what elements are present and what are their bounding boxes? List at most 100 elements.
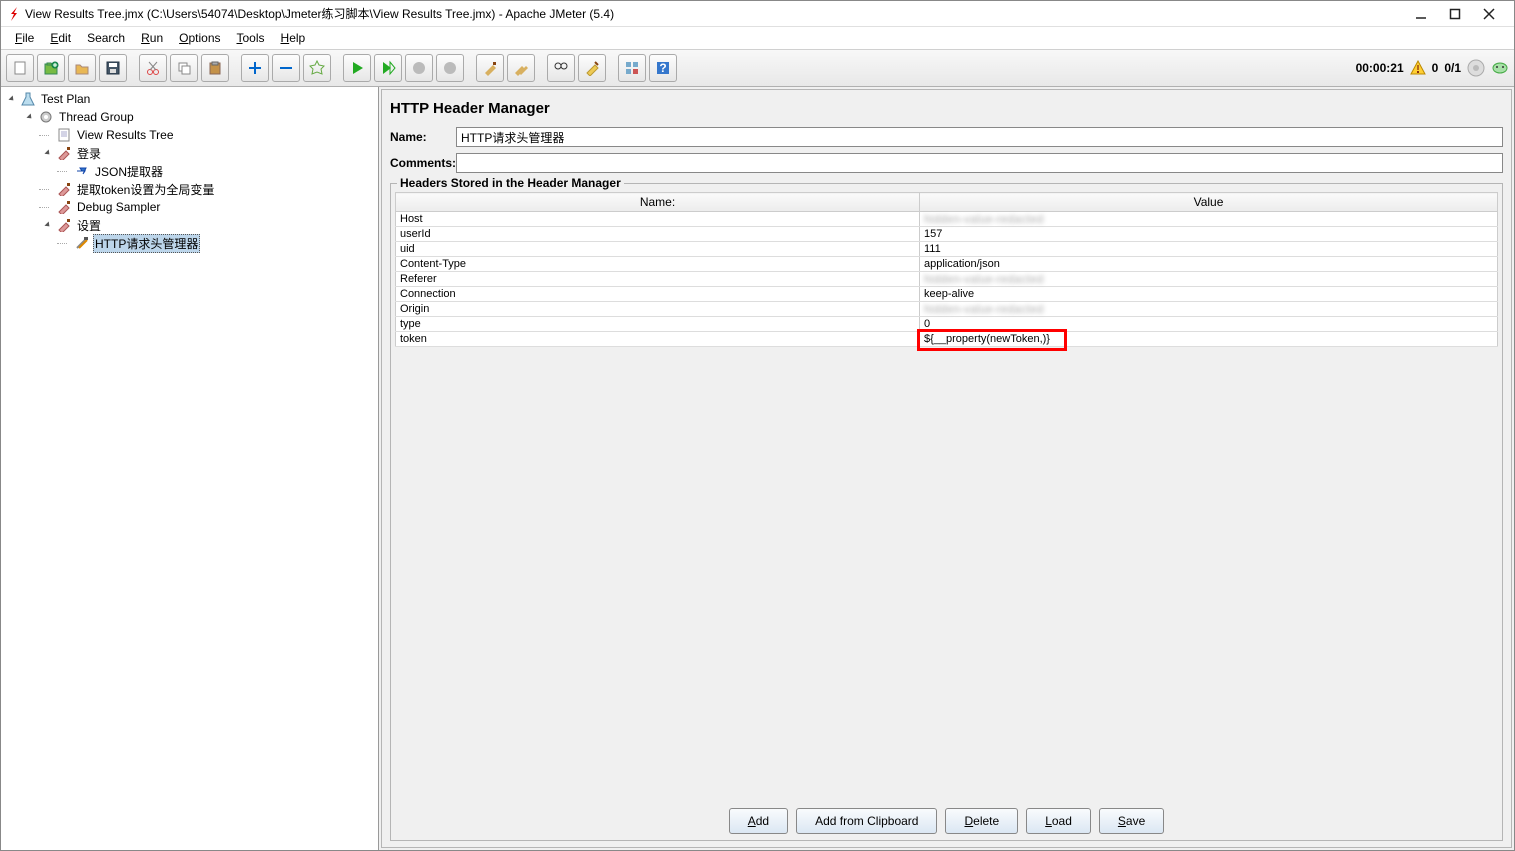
tree-node-http-header-manager[interactable]: HTTP请求头管理器 xyxy=(3,234,376,252)
title-bar: View Results Tree.jmx (C:\Users\54074\De… xyxy=(1,1,1514,27)
delete-button[interactable]: Delete xyxy=(945,808,1018,834)
headers-table[interactable]: Name: Value Hosthidden-value-redacteduse… xyxy=(395,192,1498,347)
table-row[interactable]: uid111 xyxy=(396,242,1498,257)
tree-node-login[interactable]: 登录 xyxy=(3,144,376,162)
header-value-cell[interactable]: hidden-value-redacted xyxy=(920,302,1498,317)
menu-bar: File Edit Search Run Options Tools Help xyxy=(1,27,1514,49)
active-threads: 0/1 xyxy=(1444,61,1461,75)
menu-options[interactable]: Options xyxy=(171,29,228,47)
warning-icon[interactable] xyxy=(1410,60,1426,76)
header-value-cell[interactable]: 0 xyxy=(920,317,1498,332)
table-row[interactable]: Connectionkeep-alive xyxy=(396,287,1498,302)
clear-button[interactable] xyxy=(476,54,504,82)
tree-node-view-results-tree[interactable]: View Results Tree xyxy=(3,126,376,144)
table-row[interactable]: token${__property(newToken,)} xyxy=(396,332,1498,347)
expand-button[interactable] xyxy=(241,54,269,82)
templates-button[interactable] xyxy=(37,54,65,82)
function-helper-button[interactable] xyxy=(618,54,646,82)
save-button[interactable] xyxy=(99,54,127,82)
table-row[interactable]: userId157 xyxy=(396,227,1498,242)
header-name-cell[interactable]: uid xyxy=(396,242,920,257)
minimize-button[interactable] xyxy=(1404,3,1438,25)
toolbar: ? 00:00:21 0 0/1 xyxy=(1,49,1514,87)
load-button[interactable]: Load xyxy=(1026,808,1091,834)
menu-edit[interactable]: Edit xyxy=(42,29,79,47)
gc-icon[interactable] xyxy=(1491,59,1509,77)
header-value-cell[interactable]: hidden-value-redacted xyxy=(920,272,1498,287)
sampler-icon xyxy=(56,145,72,161)
open-button[interactable] xyxy=(68,54,96,82)
page-icon xyxy=(56,127,72,143)
app-icon xyxy=(9,7,19,21)
tree-node-debug-sampler[interactable]: Debug Sampler xyxy=(3,198,376,216)
sampler-icon xyxy=(56,217,72,233)
header-name-cell[interactable]: type xyxy=(396,317,920,332)
fieldset-legend: Headers Stored in the Header Manager xyxy=(397,176,624,190)
add-button[interactable]: Add xyxy=(729,808,788,834)
shutdown-button[interactable] xyxy=(436,54,464,82)
table-row[interactable]: Hosthidden-value-redacted xyxy=(396,212,1498,227)
tree-node-json-extractor[interactable]: JSON提取器 xyxy=(3,162,376,180)
tree-node-thread-group[interactable]: Thread Group xyxy=(3,108,376,126)
paste-button[interactable] xyxy=(201,54,229,82)
header-value-cell[interactable]: 157 xyxy=(920,227,1498,242)
start-button[interactable] xyxy=(343,54,371,82)
table-buttons: Add Add from Clipboard Delete Load Save xyxy=(395,802,1498,836)
header-name-cell[interactable]: userId xyxy=(396,227,920,242)
toggle-button[interactable] xyxy=(303,54,331,82)
menu-tools[interactable]: Tools xyxy=(229,29,273,47)
menu-help[interactable]: Help xyxy=(273,29,314,47)
tree-node-test-plan[interactable]: Test Plan xyxy=(3,90,376,108)
header-name-cell[interactable]: Content-Type xyxy=(396,257,920,272)
table-row[interactable]: Originhidden-value-redacted xyxy=(396,302,1498,317)
search-tree-button[interactable] xyxy=(547,54,575,82)
header-value-cell[interactable]: ${__property(newToken,)} xyxy=(920,332,1498,347)
threads-status-icon xyxy=(1467,59,1485,77)
comments-input[interactable] xyxy=(456,153,1503,173)
menu-search[interactable]: Search xyxy=(79,29,133,47)
header-name-cell[interactable]: token xyxy=(396,332,920,347)
help-button[interactable]: ? xyxy=(649,54,677,82)
new-button[interactable] xyxy=(6,54,34,82)
header-value-cell[interactable]: hidden-value-redacted xyxy=(920,212,1498,227)
clear-all-button[interactable] xyxy=(507,54,535,82)
tree-node-set-global-token[interactable]: 提取token设置为全局变量 xyxy=(3,180,376,198)
save-headers-button[interactable]: Save xyxy=(1099,808,1164,834)
tree-node-settings[interactable]: 设置 xyxy=(3,216,376,234)
extractor-icon xyxy=(74,163,90,179)
menu-run[interactable]: Run xyxy=(133,29,171,47)
copy-button[interactable] xyxy=(170,54,198,82)
elapsed-timer: 00:00:21 xyxy=(1356,61,1404,75)
name-input[interactable] xyxy=(456,127,1503,147)
headers-fieldset: Headers Stored in the Header Manager Nam… xyxy=(390,183,1503,841)
window-title: View Results Tree.jmx (C:\Users\54074\De… xyxy=(25,5,1404,22)
gear-icon xyxy=(38,109,54,125)
header-value-cell[interactable]: 111 xyxy=(920,242,1498,257)
start-no-timers-button[interactable] xyxy=(374,54,402,82)
header-name-cell[interactable]: Host xyxy=(396,212,920,227)
col-value[interactable]: Value xyxy=(920,193,1498,212)
reset-search-button[interactable] xyxy=(578,54,606,82)
table-row[interactable]: Refererhidden-value-redacted xyxy=(396,272,1498,287)
collapse-button[interactable] xyxy=(272,54,300,82)
menu-file[interactable]: File xyxy=(7,29,42,47)
col-name[interactable]: Name: xyxy=(396,193,920,212)
panel-title: HTTP Header Manager xyxy=(390,100,1503,117)
name-label: Name: xyxy=(390,130,456,144)
editor-panel: HTTP Header Manager Name: Comments: Head… xyxy=(379,87,1514,850)
test-plan-tree[interactable]: Test Plan Thread Group View Results Tree… xyxy=(1,87,379,850)
table-row[interactable]: Content-Typeapplication/json xyxy=(396,257,1498,272)
close-button[interactable] xyxy=(1472,3,1506,25)
config-icon xyxy=(74,235,90,251)
header-value-cell[interactable]: application/json xyxy=(920,257,1498,272)
header-name-cell[interactable]: Origin xyxy=(396,302,920,317)
table-row[interactable]: type0 xyxy=(396,317,1498,332)
header-name-cell[interactable]: Referer xyxy=(396,272,920,287)
header-value-cell[interactable]: keep-alive xyxy=(920,287,1498,302)
stop-button[interactable] xyxy=(405,54,433,82)
add-from-clipboard-button[interactable]: Add from Clipboard xyxy=(796,808,937,834)
header-name-cell[interactable]: Connection xyxy=(396,287,920,302)
maximize-button[interactable] xyxy=(1438,3,1472,25)
warning-count: 0 xyxy=(1432,61,1439,75)
cut-button[interactable] xyxy=(139,54,167,82)
